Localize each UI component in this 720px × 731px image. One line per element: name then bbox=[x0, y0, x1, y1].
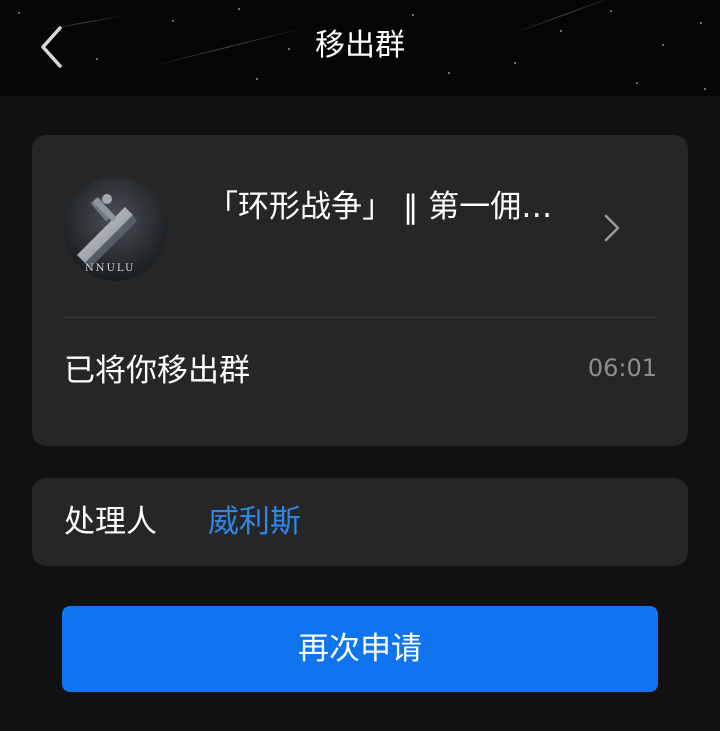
handler-name-link[interactable]: 威利斯 bbox=[208, 500, 301, 544]
divider bbox=[64, 317, 656, 318]
group-name: 「环形战争」 ‖ 第一佣… bbox=[207, 189, 553, 225]
removal-time: 06:01 bbox=[587, 354, 657, 382]
avatar-caption: NNULU bbox=[85, 263, 136, 274]
removal-status: 已将你移出群 bbox=[64, 353, 250, 389]
reapply-button[interactable]: 再次申请 bbox=[62, 606, 658, 692]
group-info-card: NNULU 「环形战争」 ‖ 第一佣… 已将你移出群 06:01 bbox=[32, 135, 688, 446]
handler-label: 处理人 bbox=[64, 504, 157, 540]
group-avatar: NNULU bbox=[63, 177, 167, 281]
chevron-right-icon bbox=[600, 213, 624, 243]
header-bar: 移出群 bbox=[0, 0, 720, 96]
handler-card: 处理人 威利斯 bbox=[32, 478, 688, 566]
group-row[interactable]: NNULU 「环形战争」 ‖ 第一佣… bbox=[32, 135, 688, 317]
page-title: 移出群 bbox=[315, 28, 405, 63]
